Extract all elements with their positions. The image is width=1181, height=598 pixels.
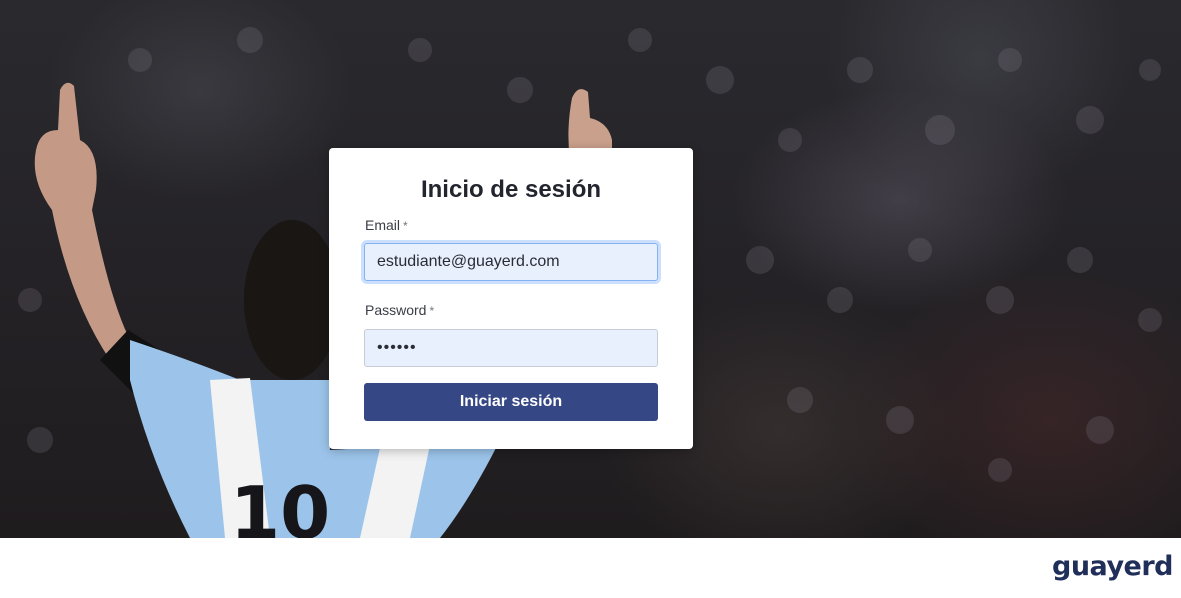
jersey-number: 10: [230, 471, 330, 538]
player-left-arm: [34, 82, 130, 361]
login-title: Inicio de sesión: [420, 176, 602, 203]
email-label: Email *: [365, 217, 408, 233]
password-required-mark: *: [429, 304, 435, 318]
login-card: Inicio de sesión Email* Password* Inicia…: [329, 148, 693, 449]
login-submit-button[interactable]: Iniciar sesión: [364, 383, 658, 421]
email-required-mark: *: [403, 219, 408, 233]
password-label-text: Password: [365, 302, 427, 318]
password-label: Password *: [365, 302, 434, 318]
email-label-text: Email: [365, 217, 401, 233]
guayerd-logo: guayerd: [1052, 551, 1174, 582]
player-head: [244, 220, 340, 380]
password-input[interactable]: [364, 329, 658, 367]
email-input[interactable]: [364, 243, 658, 281]
